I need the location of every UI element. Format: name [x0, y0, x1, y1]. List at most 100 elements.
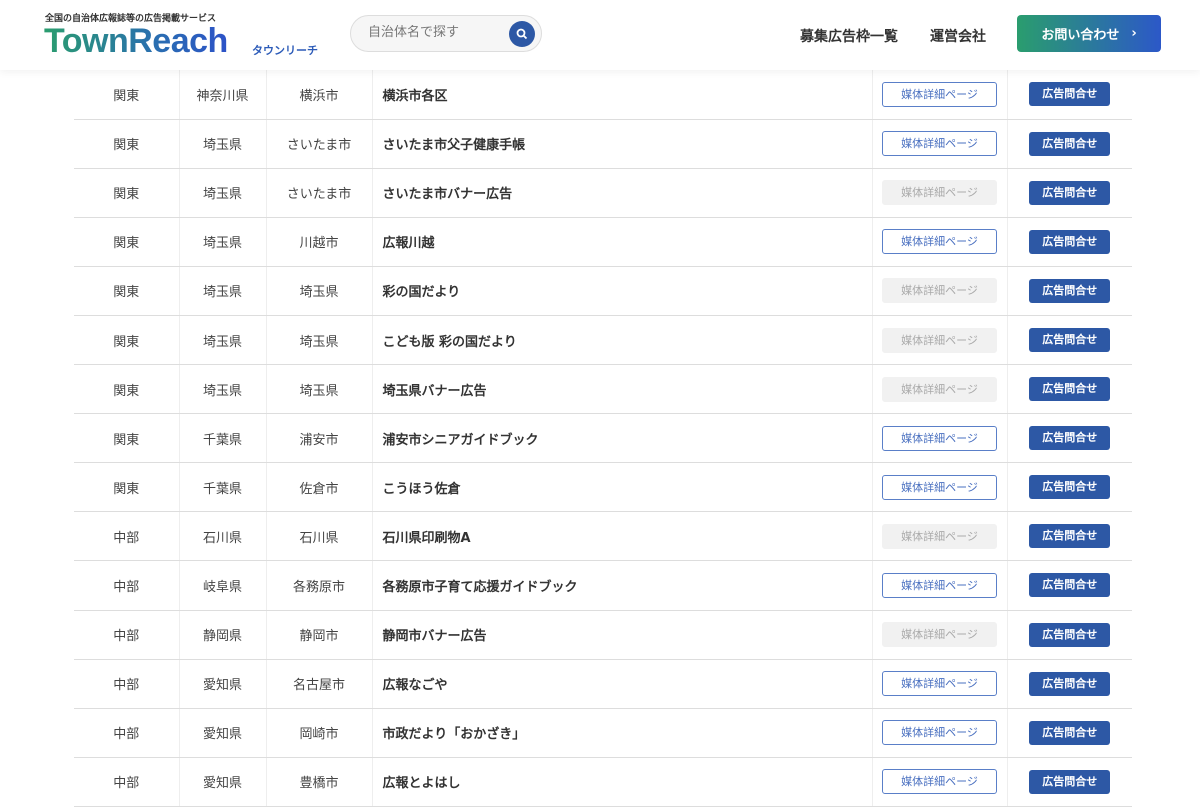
- search-box: [350, 15, 542, 52]
- media-detail-button: 媒体詳細ページ: [882, 376, 997, 402]
- detail-cell: 媒体詳細ページ: [872, 315, 1008, 366]
- detail-cell: 媒体詳細ページ: [872, 364, 1008, 415]
- media-name-cell: こうほう佐倉: [372, 462, 873, 513]
- inquiry-cell: 広告問合せ: [1007, 119, 1132, 169]
- region-cell: 中部: [74, 560, 180, 611]
- prefecture-cell: 埼玉県: [179, 217, 267, 267]
- ad-inquiry-button[interactable]: 広告問合せ: [1029, 573, 1111, 598]
- media-detail-button[interactable]: 媒体詳細ページ: [882, 81, 997, 107]
- prefecture-cell: 埼玉県: [179, 119, 267, 169]
- table-row: 関東 千葉県 佐倉市 こうほう佐倉 媒体詳細ページ 広告問合せ: [74, 462, 1132, 513]
- region-cell: 中部: [74, 659, 180, 709]
- table-row: 関東 埼玉県 埼玉県 こども版 彩の国だより 媒体詳細ページ 広告問合せ: [74, 315, 1132, 366]
- media-detail-button[interactable]: 媒体詳細ページ: [882, 229, 997, 255]
- table-row: 中部 石川県 石川県 石川県印刷物A 媒体詳細ページ 広告問合せ: [74, 511, 1132, 562]
- city-cell: 岡崎市: [266, 708, 373, 758]
- table-row: 関東 千葉県 浦安市 浦安市シニアガイドブック 媒体詳細ページ 広告問合せ: [74, 413, 1132, 464]
- nav-ad-list[interactable]: 募集広告枠一覧: [800, 26, 898, 46]
- inquiry-cell: 広告問合せ: [1007, 560, 1132, 611]
- ad-inquiry-button[interactable]: 広告問合せ: [1029, 524, 1111, 549]
- city-cell: 川越市: [266, 217, 373, 267]
- region-cell: 関東: [74, 364, 180, 415]
- ad-inquiry-button[interactable]: 広告問合せ: [1029, 426, 1111, 451]
- media-detail-button: 媒体詳細ページ: [882, 622, 997, 648]
- city-cell: 各務原市: [266, 560, 373, 611]
- city-cell: 埼玉県: [266, 266, 373, 316]
- media-detail-button[interactable]: 媒体詳細ページ: [882, 474, 997, 500]
- detail-cell: 媒体詳細ページ: [872, 266, 1008, 316]
- table-row: 中部 岐阜県 各務原市 各務原市子育て応援ガイドブック 媒体詳細ページ 広告問合…: [74, 560, 1132, 611]
- table-row: 関東 埼玉県 埼玉県 彩の国だより 媒体詳細ページ 広告問合せ: [74, 266, 1132, 316]
- media-detail-button[interactable]: 媒体詳細ページ: [882, 425, 997, 451]
- ad-inquiry-button[interactable]: 広告問合せ: [1029, 229, 1111, 254]
- region-cell: 中部: [74, 757, 180, 807]
- media-detail-button[interactable]: 媒体詳細ページ: [882, 769, 997, 795]
- detail-cell: 媒体詳細ページ: [872, 462, 1008, 513]
- media-name-cell: さいたま市父子健康手帳: [372, 119, 873, 169]
- media-name-cell: 各務原市子育て応援ガイドブック: [372, 560, 873, 611]
- detail-cell: 媒体詳細ページ: [872, 413, 1008, 464]
- table-row: 関東 埼玉県 さいたま市 さいたま市バナー広告 媒体詳細ページ 広告問合せ: [74, 168, 1132, 218]
- logo-kana: タウンリーチ: [252, 44, 318, 57]
- search-icon: [516, 28, 528, 40]
- contact-button[interactable]: お問い合わせ ›: [1017, 15, 1161, 52]
- ad-inquiry-button[interactable]: 広告問合せ: [1029, 671, 1111, 696]
- inquiry-cell: 広告問合せ: [1007, 70, 1132, 120]
- ad-inquiry-button[interactable]: 広告問合せ: [1029, 377, 1111, 402]
- detail-cell: 媒体詳細ページ: [872, 560, 1008, 611]
- table-row: 中部 愛知県 豊橋市 広報とよはし 媒体詳細ページ 広告問合せ: [74, 757, 1132, 807]
- detail-cell: 媒体詳細ページ: [872, 511, 1008, 562]
- ad-inquiry-button[interactable]: 広告問合せ: [1029, 769, 1111, 794]
- nav-company[interactable]: 運営会社: [930, 26, 986, 46]
- media-name-cell: 広報川越: [372, 217, 873, 267]
- media-name-cell: 彩の国だより: [372, 266, 873, 316]
- city-cell: さいたま市: [266, 119, 373, 169]
- ad-inquiry-button[interactable]: 広告問合せ: [1029, 720, 1111, 745]
- inquiry-cell: 広告問合せ: [1007, 364, 1132, 415]
- media-detail-button[interactable]: 媒体詳細ページ: [882, 572, 997, 598]
- region-cell: 関東: [74, 168, 180, 218]
- table-row: 関東 埼玉県 埼玉県 埼玉県バナー広告 媒体詳細ページ 広告問合せ: [74, 364, 1132, 415]
- media-name-cell: 石川県印刷物A: [372, 511, 873, 562]
- prefecture-cell: 埼玉県: [179, 266, 267, 316]
- inquiry-cell: 広告問合せ: [1007, 708, 1132, 758]
- media-name-cell: 広報とよはし: [372, 757, 873, 807]
- search-input[interactable]: [368, 25, 498, 40]
- ad-inquiry-button[interactable]: 広告問合せ: [1029, 82, 1111, 107]
- city-cell: 静岡市: [266, 610, 373, 660]
- search-button[interactable]: [509, 21, 535, 47]
- media-detail-button[interactable]: 媒体詳細ページ: [882, 671, 997, 697]
- prefecture-cell: 愛知県: [179, 659, 267, 709]
- prefecture-cell: 埼玉県: [179, 364, 267, 415]
- table-row: 中部 愛知県 岡崎市 市政だより「おかざき」 媒体詳細ページ 広告問合せ: [74, 708, 1132, 758]
- media-name-cell: こども版 彩の国だより: [372, 315, 873, 366]
- inquiry-cell: 広告問合せ: [1007, 757, 1132, 807]
- detail-cell: 媒体詳細ページ: [872, 659, 1008, 709]
- media-detail-button[interactable]: 媒体詳細ページ: [882, 720, 997, 746]
- detail-cell: 媒体詳細ページ: [872, 217, 1008, 267]
- media-detail-button: 媒体詳細ページ: [882, 278, 997, 304]
- region-cell: 中部: [74, 610, 180, 660]
- media-name-cell: さいたま市バナー広告: [372, 168, 873, 218]
- inquiry-cell: 広告問合せ: [1007, 511, 1132, 562]
- inquiry-cell: 広告問合せ: [1007, 266, 1132, 316]
- site-header: 全国の自治体広報誌等の広告掲載サービス TownReach タウンリーチ 募集広…: [0, 0, 1200, 70]
- region-cell: 関東: [74, 217, 180, 267]
- logo[interactable]: TownReach: [44, 22, 228, 61]
- region-cell: 関東: [74, 266, 180, 316]
- ad-inquiry-button[interactable]: 広告問合せ: [1029, 475, 1111, 500]
- ad-inquiry-button[interactable]: 広告問合せ: [1029, 131, 1111, 156]
- prefecture-cell: 埼玉県: [179, 168, 267, 218]
- chevron-right-icon: ›: [1131, 26, 1137, 41]
- inquiry-cell: 広告問合せ: [1007, 217, 1132, 267]
- ad-inquiry-button[interactable]: 広告問合せ: [1029, 328, 1111, 353]
- table-row: 関東 埼玉県 さいたま市 さいたま市父子健康手帳 媒体詳細ページ 広告問合せ: [74, 119, 1132, 169]
- ad-inquiry-button[interactable]: 広告問合せ: [1029, 622, 1111, 647]
- ad-inquiry-button[interactable]: 広告問合せ: [1029, 278, 1111, 303]
- ad-inquiry-button[interactable]: 広告問合せ: [1029, 180, 1111, 205]
- prefecture-cell: 静岡県: [179, 610, 267, 660]
- media-detail-button[interactable]: 媒体詳細ページ: [882, 131, 997, 157]
- city-cell: 浦安市: [266, 413, 373, 464]
- prefecture-cell: 千葉県: [179, 462, 267, 513]
- prefecture-cell: 石川県: [179, 511, 267, 562]
